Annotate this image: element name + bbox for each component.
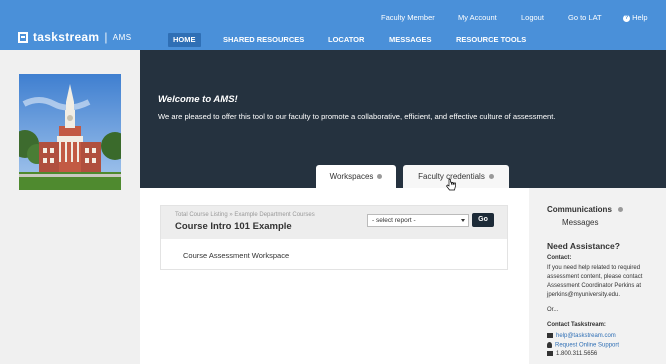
course-panel: Total Course Listing » Example Departmen… — [160, 205, 508, 270]
info-icon — [618, 207, 624, 213]
hand-cursor-icon — [446, 178, 456, 191]
contact-taskstream-label: Contact Taskstream: — [547, 322, 606, 328]
contact-line: Assessment Coordinator Perkins at — [547, 283, 642, 289]
util-link-go-to-lat[interactable]: Go to LAT — [568, 13, 602, 22]
top-header: Faculty Member My Account Logout Go to L… — [0, 0, 666, 50]
go-button[interactable]: Go — [472, 213, 494, 227]
campus-photo — [19, 74, 121, 190]
breadcrumb[interactable]: Total Course Listing » Example Departmen… — [175, 212, 315, 218]
need-assistance-heading: Need Assistance? — [547, 241, 620, 251]
messages-link[interactable]: Messages — [562, 218, 598, 227]
nav-resource-tools[interactable]: RESOURCE TOOLS — [456, 33, 526, 47]
support-email: help@taskstream.com — [556, 333, 616, 340]
help-link[interactable]: ? Help — [623, 13, 648, 22]
online-support-link[interactable]: Request Online Support — [547, 342, 619, 349]
contact-label: Contact: — [547, 255, 572, 261]
help-icon: ? — [623, 14, 630, 22]
utility-links: Faculty Member My Account Logout Go to L… — [0, 13, 666, 25]
communications-title: Communications — [547, 205, 612, 214]
nav-shared-resources[interactable]: SHARED RESOURCES — [223, 33, 304, 47]
util-link-logout[interactable]: Logout — [521, 13, 544, 22]
nav-locator[interactable]: LOCATOR — [328, 33, 364, 47]
course-title: Course Intro 101 Example — [175, 221, 292, 232]
phone-number: 1.800.311.5656 — [547, 351, 597, 357]
support-email-link[interactable]: help@taskstream.com — [547, 333, 616, 339]
contact-line: If you need help related to required — [547, 265, 641, 271]
course-panel-header: Total Course Listing » Example Departmen… — [161, 206, 507, 239]
online-support: Request Online Support — [555, 342, 620, 349]
contact-email-line: jperkins@myuniversity.edu. — [547, 292, 621, 298]
welcome-title: Welcome to AMS! — [158, 94, 238, 105]
info-icon — [377, 174, 383, 179]
nav-home[interactable]: HOME — [168, 33, 201, 47]
communications-heading: Communications — [547, 205, 624, 214]
util-link-my-account[interactable]: My Account — [458, 13, 497, 22]
workspace-link[interactable]: Course Assessment Workspace — [183, 251, 289, 260]
user-icon — [547, 342, 552, 348]
help-label: Help — [632, 13, 648, 22]
report-select[interactable]: - select report - — [367, 214, 469, 227]
or-text: Or... — [547, 307, 559, 313]
tab-workspaces-label: Workspaces — [329, 172, 374, 181]
nav-messages[interactable]: MESSAGES — [389, 33, 432, 47]
welcome-text: We are pleased to offer this tool to our… — [158, 112, 556, 121]
info-icon — [488, 174, 494, 179]
phone-icon — [547, 351, 553, 356]
phone-text: 1.800.311.5656 — [556, 351, 598, 358]
report-select-value: - select report - — [372, 217, 416, 224]
contact-line: assessment content, please contact — [547, 274, 643, 280]
tab-workspaces[interactable]: Workspaces — [316, 165, 396, 188]
chevron-down-icon — [461, 219, 465, 222]
util-link-faculty-member[interactable]: Faculty Member — [381, 13, 435, 22]
envelope-icon — [547, 333, 553, 338]
main-nav: HOME SHARED RESOURCES LOCATOR MESSAGES R… — [0, 33, 666, 47]
